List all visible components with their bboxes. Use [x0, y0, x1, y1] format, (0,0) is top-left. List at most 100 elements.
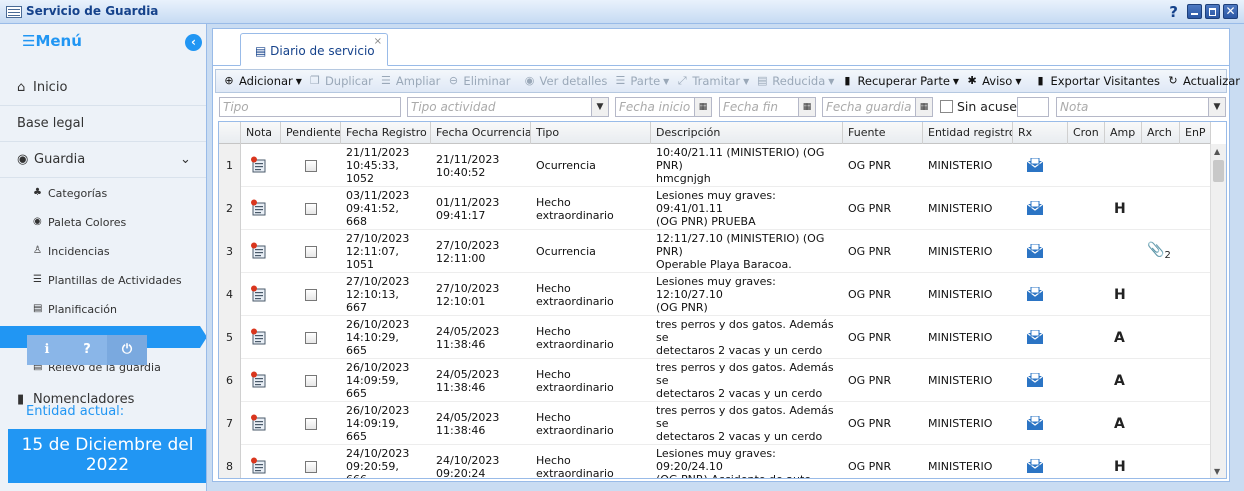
- envelope-icon[interactable]: [1026, 243, 1044, 259]
- chevron-down-icon[interactable]: ▼: [1208, 98, 1225, 116]
- envelope-icon[interactable]: [1026, 329, 1044, 345]
- hamburger-icon: ☰: [22, 32, 36, 50]
- fecha-inicio-input[interactable]: Fecha inicio ▦: [615, 97, 712, 117]
- reducida-button[interactable]: ▤ Reducida ▼: [755, 74, 834, 88]
- scroll-down-icon[interactable]: ▼: [1214, 467, 1220, 476]
- parte-button[interactable]: ☰ Parte ▼: [613, 74, 669, 88]
- help-icon[interactable]: ?: [1169, 3, 1178, 21]
- ampliar-button[interactable]: ☰ Ampliar: [379, 74, 440, 88]
- refresh-icon: ↻: [1168, 74, 1178, 87]
- sitemap-icon: ♣: [33, 187, 42, 198]
- nota-filter-select[interactable]: Nota ▼: [1056, 97, 1226, 117]
- pending-checkbox[interactable]: [305, 160, 317, 172]
- entidad-cell: MINISTERIO: [928, 202, 993, 215]
- chevron-down-icon[interactable]: ▼: [591, 98, 608, 116]
- column-header[interactable]: Rx: [1013, 122, 1068, 144]
- fecha-fin-input[interactable]: Fecha fin ▦: [719, 97, 816, 117]
- table-row[interactable]: 2 03/11/2023 09:41:52, 668 01/11/2023 09:41:1…: [219, 187, 1211, 230]
- actualizar-button[interactable]: ↻ Actualizar: [1166, 74, 1240, 88]
- pending-checkbox[interactable]: [305, 418, 317, 430]
- adicionar-button[interactable]: ⊕ Adicionar ▼: [222, 74, 302, 88]
- envelope-icon[interactable]: [1026, 200, 1044, 216]
- column-header[interactable]: Fuente: [843, 122, 923, 144]
- column-header[interactable]: Descripción: [651, 122, 843, 144]
- scroll-up-icon[interactable]: ▲: [1214, 147, 1220, 156]
- tipo-actividad-select[interactable]: Tipo actividad ▼: [407, 97, 609, 117]
- recuperar-parte-button[interactable]: ▮ Recuperar Parte ▼: [840, 74, 959, 88]
- column-header[interactable]: Fecha Ocurrencia: [431, 122, 531, 144]
- note-icon[interactable]: [250, 414, 268, 432]
- power-icon[interactable]: ⏻: [107, 335, 147, 365]
- sin-acuse-checkbox[interactable]: [940, 100, 953, 113]
- attachment-icon[interactable]: 📎2: [1147, 242, 1171, 261]
- fecha-ocurrencia-cell: 24/05/2023 11:38:46: [436, 410, 500, 437]
- question-icon[interactable]: ?: [67, 335, 107, 365]
- column-header[interactable]: Entidad registro: [923, 122, 1013, 144]
- tipo-filter-input[interactable]: Tipo: [219, 97, 401, 117]
- pending-checkbox[interactable]: [305, 332, 317, 344]
- table-row[interactable]: 6 26/10/2023 14:09:59, 665 24/05/2023 11:38:4…: [219, 359, 1211, 402]
- entity-label: Entidad actual:: [26, 404, 125, 419]
- minimize-button[interactable]: [1187, 4, 1202, 19]
- arrows-icon: ⤢: [677, 74, 687, 87]
- note-icon[interactable]: [250, 457, 268, 475]
- column-header[interactable]: Arch: [1142, 122, 1180, 144]
- fecha-guardia-input[interactable]: Fecha guardia ▦: [822, 97, 933, 117]
- info-icon[interactable]: ℹ: [27, 335, 67, 365]
- ver-detalles-button[interactable]: ◉ Ver detalles: [523, 74, 608, 88]
- maximize-button[interactable]: [1205, 4, 1220, 19]
- tab-diario-servicio[interactable]: ▤ Diario de servicio ×: [240, 33, 388, 66]
- exportar-visitantes-button[interactable]: ▮ Exportar Visitantes: [1033, 74, 1160, 88]
- duplicar-button[interactable]: ❐ Duplicar: [308, 74, 373, 88]
- plus-circle-icon: ⊕: [224, 74, 234, 87]
- note-icon[interactable]: [250, 328, 268, 346]
- pending-checkbox[interactable]: [305, 203, 317, 215]
- column-header[interactable]: Nota: [241, 122, 281, 144]
- collapse-sidebar-button[interactable]: ‹: [185, 34, 202, 51]
- calendar-icon[interactable]: ▦: [694, 98, 711, 116]
- table-row[interactable]: 7 26/10/2023 14:09:19, 665 24/05/2023 11:38:4…: [219, 402, 1211, 445]
- current-date: 15 de Diciembre del 2022: [8, 429, 206, 483]
- sin-acuse-value-input[interactable]: [1017, 97, 1049, 117]
- column-header[interactable]: Pendiente: [281, 122, 341, 144]
- descripcion-cell: 12:11/27.10 (MINISTERIO) (OG PNR) Operabl…: [656, 232, 825, 271]
- note-icon[interactable]: [250, 242, 268, 260]
- sidebar-item-guardia[interactable]: ◉ Guardia ⌄: [0, 142, 206, 178]
- note-icon[interactable]: [250, 156, 268, 174]
- envelope-icon[interactable]: [1026, 286, 1044, 302]
- pending-checkbox[interactable]: [305, 246, 317, 258]
- pending-checkbox[interactable]: [305, 375, 317, 387]
- table-row[interactable]: 8 24/10/202309:20:59,666 24/10/202309:20:2…: [219, 445, 1211, 478]
- column-header[interactable]: Fecha Registro: [341, 122, 431, 144]
- calendar-icon[interactable]: ▦: [915, 98, 932, 116]
- envelope-icon[interactable]: [1026, 157, 1044, 173]
- envelope-icon[interactable]: [1026, 458, 1044, 474]
- sidebar-item-base-legal[interactable]: Base legal: [0, 106, 206, 142]
- fecha-registro-cell: 24/10/202309:20:59,666: [346, 447, 410, 478]
- envelope-icon[interactable]: [1026, 415, 1044, 431]
- vertical-scrollbar[interactable]: ▲ ▼: [1210, 144, 1226, 478]
- aviso-button[interactable]: ✱ Aviso ▼: [965, 74, 1021, 88]
- menu-title[interactable]: ☰Menú: [22, 32, 82, 50]
- table-row[interactable]: 3 27/10/2023 12:11:07, 1051 27/10/2023 12:11:…: [219, 230, 1211, 273]
- scroll-thumb[interactable]: [1213, 160, 1224, 182]
- column-header[interactable]: EnP: [1180, 122, 1211, 144]
- column-header[interactable]: Amp: [1105, 122, 1142, 144]
- column-header[interactable]: Cron: [1068, 122, 1105, 144]
- close-button[interactable]: ✕: [1223, 4, 1238, 19]
- table-row[interactable]: 5 26/10/2023 14:10:29, 665 24/05/2023 11:38:4…: [219, 316, 1211, 359]
- sidebar-item-inicio[interactable]: ⌂ Inicio: [0, 70, 206, 106]
- pending-checkbox[interactable]: [305, 461, 317, 473]
- eliminar-button[interactable]: ⊖ Eliminar: [446, 74, 511, 88]
- table-row[interactable]: 1 21/11/2023 10:45:33, 1052 21/11/2023 10:40:…: [219, 144, 1211, 187]
- table-row[interactable]: 4 27/10/2023 12:10:13, 667 27/10/2023 12:10:0…: [219, 273, 1211, 316]
- note-icon[interactable]: [250, 371, 268, 389]
- note-icon[interactable]: [250, 285, 268, 303]
- pending-checkbox[interactable]: [305, 289, 317, 301]
- tab-close-icon[interactable]: ×: [374, 36, 382, 47]
- envelope-icon[interactable]: [1026, 372, 1044, 388]
- calendar-icon[interactable]: ▦: [798, 98, 815, 116]
- note-icon[interactable]: [250, 199, 268, 217]
- column-header[interactable]: Tipo: [531, 122, 651, 144]
- tramitar-button[interactable]: ⤢ Tramitar ▼: [675, 74, 749, 88]
